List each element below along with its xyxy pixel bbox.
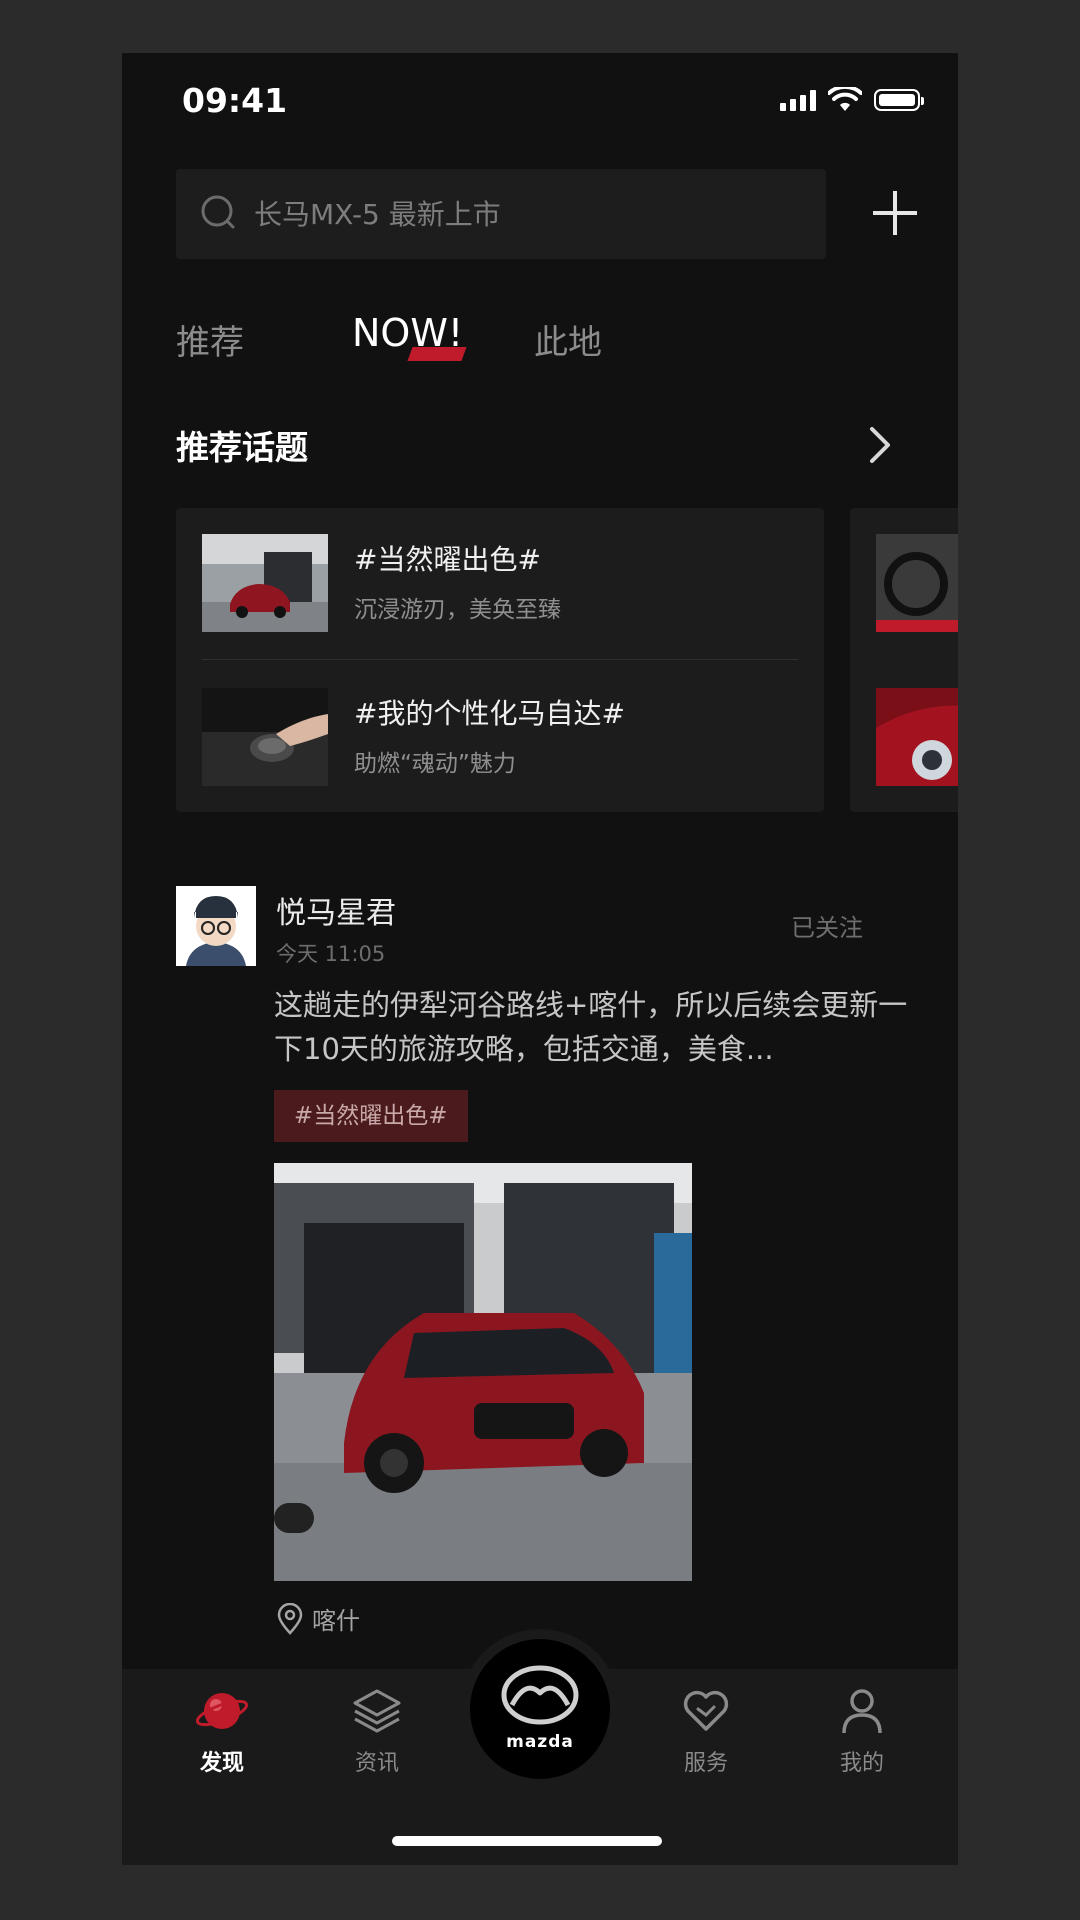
avatar[interactable] — [176, 886, 256, 966]
mazda-logo-icon — [501, 1665, 579, 1725]
search-icon — [201, 195, 235, 229]
topic-title: #我的个性化马自达# — [354, 697, 625, 730]
home-indicator[interactable] — [392, 1836, 662, 1846]
post-topic-tag[interactable]: #当然曜出色# — [274, 1090, 468, 1142]
status-time: 09:41 — [182, 81, 288, 120]
wifi-icon — [828, 87, 862, 111]
nav-label: 资讯 — [354, 1751, 399, 1776]
divider — [202, 659, 798, 660]
topic-subtitle: 沉浸游刃，美奂至臻 — [354, 597, 561, 623]
section-title: 推荐话题 — [176, 428, 308, 467]
feed-tabs: 推荐 NOW! 此地 — [176, 311, 936, 385]
chevron-right-icon[interactable] — [868, 425, 892, 465]
topic-thumbnail — [202, 688, 328, 786]
nav-label: 服务 — [683, 1751, 728, 1776]
topic-card[interactable] — [850, 508, 958, 812]
app-screen: 09:41 推荐 NOW! 此地 推荐话题 — [122, 53, 958, 1865]
topic-item[interactable]: #当然曜出色# 沉浸游刃，美奂至臻 — [202, 534, 802, 634]
battery-icon — [874, 89, 924, 111]
topic-item[interactable]: #我的个性化马自达# 助燃“魂动”魅力 — [202, 688, 802, 788]
search-input[interactable] — [252, 196, 826, 232]
mazda-home-button[interactable]: mazda — [470, 1639, 610, 1779]
nav-label: 我的 — [839, 1751, 884, 1776]
heart-icon — [683, 1690, 729, 1731]
post-location[interactable]: 喀什 — [276, 1601, 360, 1636]
topic-card[interactable]: #当然曜出色# 沉浸游刃，美奂至臻 #我的个性化马自达# 助燃“魂动”魅力 — [176, 508, 824, 812]
person-icon — [842, 1689, 882, 1734]
tab-now[interactable]: NOW! — [352, 311, 463, 355]
nav-discover[interactable]: 发现 — [162, 1685, 282, 1777]
nav-news[interactable]: 资讯 — [317, 1685, 437, 1777]
topic-thumbnail — [202, 534, 328, 632]
status-icons — [780, 87, 924, 113]
tab-recommend[interactable]: 推荐 — [176, 315, 244, 364]
topic-title: #当然曜出色# — [354, 543, 541, 576]
topic-thumbnail — [876, 688, 958, 786]
post-username[interactable]: 悦马星君 — [276, 888, 396, 932]
follow-button[interactable]: 已关注 — [791, 908, 863, 943]
nav-service[interactable]: 服务 — [646, 1685, 766, 1777]
post-timestamp: 今天 11:05 — [276, 942, 386, 966]
add-post-button[interactable] — [870, 188, 920, 238]
planet-icon — [196, 1693, 248, 1729]
topic-thumbnail — [876, 534, 958, 632]
location-label: 喀什 — [312, 1607, 360, 1635]
post-text[interactable]: 这趟走的伊犁河谷路线+喀什，所以后续会更新一下10天的旅游攻略，包括交通，美食.… — [274, 983, 914, 1071]
location-pin-icon — [277, 1602, 303, 1635]
nav-label: 发现 — [199, 1751, 244, 1776]
search-bar[interactable] — [176, 169, 826, 259]
layers-icon — [353, 1689, 401, 1733]
tab-local[interactable]: 此地 — [534, 315, 602, 364]
topic-subtitle: 助燃“魂动”魅力 — [354, 751, 516, 777]
mazda-wordmark: mazda — [506, 1732, 574, 1752]
post-image[interactable] — [274, 1163, 692, 1581]
signal-icon — [780, 89, 816, 111]
nav-profile[interactable]: 我的 — [802, 1685, 922, 1777]
